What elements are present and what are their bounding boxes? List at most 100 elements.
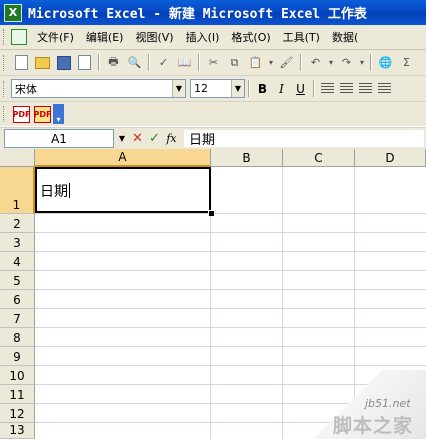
undo-dropdown[interactable]: ▾	[327, 54, 335, 71]
paste-dropdown[interactable]: ▾	[267, 54, 275, 71]
toolbar-grip[interactable]	[3, 29, 7, 45]
open-folder-icon	[35, 56, 50, 69]
cancel-button[interactable]: ✕	[129, 131, 146, 146]
toolbar-separator	[198, 54, 200, 71]
column-header-b[interactable]: B	[211, 149, 283, 167]
align-right-button[interactable]	[356, 80, 375, 97]
toolbar-separator	[300, 54, 302, 71]
gridline	[35, 232, 426, 233]
row-header-3[interactable]: 3	[0, 233, 35, 252]
toolbar-separator	[248, 80, 250, 97]
italic-button[interactable]: I	[272, 80, 291, 97]
toolbar-separator	[98, 54, 100, 71]
font-name-value: 宋体	[15, 82, 37, 96]
new-button[interactable]	[12, 54, 31, 71]
column-header-d[interactable]: D	[355, 149, 426, 167]
fill-handle[interactable]	[208, 210, 215, 217]
menu-insert[interactable]: 插入(I)	[180, 29, 226, 45]
menu-format[interactable]: 格式(O)	[225, 29, 276, 45]
undo-button[interactable]: ↶	[306, 54, 325, 71]
row-header-13[interactable]: 13	[0, 423, 35, 439]
row-header-6[interactable]: 6	[0, 290, 35, 309]
align-center-button[interactable]	[337, 80, 356, 97]
spelling-button[interactable]: ✓	[154, 54, 173, 71]
insert-function-button[interactable]: fx	[163, 132, 180, 145]
pdf-email-button[interactable]: PDF	[33, 105, 52, 123]
formula-input[interactable]: 日期	[184, 130, 424, 148]
row-header-10[interactable]: 10	[0, 366, 35, 385]
select-all-button[interactable]	[0, 149, 35, 167]
window-title: Microsoft Excel - 新建 Microsoft Excel 工作表	[28, 7, 367, 22]
convert-to-pdf-button[interactable]: PDF	[12, 105, 31, 123]
cut-button[interactable]: ✂	[204, 54, 223, 71]
column-header-c[interactable]: C	[283, 149, 355, 167]
workbook-icon[interactable]	[11, 29, 27, 45]
pdf-email-icon: PDF	[34, 105, 51, 123]
text-caret	[69, 183, 70, 198]
format-painter-button[interactable]: 🖌	[277, 54, 296, 71]
permission-icon	[78, 55, 91, 70]
hyperlink-button[interactable]: 🌐	[376, 54, 395, 71]
active-cell-a1[interactable]: 日期	[35, 167, 211, 213]
menu-edit[interactable]: 编辑(E)	[80, 29, 130, 45]
name-box[interactable]: A1	[4, 129, 114, 148]
toolbar-separator	[148, 54, 150, 71]
toolbar-options-button[interactable]: ▾	[53, 104, 64, 124]
watermark-name: 脚本之家	[333, 415, 414, 437]
column-header-a[interactable]: A	[35, 149, 211, 167]
research-button[interactable]: 📖	[175, 54, 194, 71]
font-size-value: 12	[194, 82, 208, 95]
save-button[interactable]	[54, 54, 73, 71]
menu-tools[interactable]: 工具(T)	[277, 29, 326, 45]
title-bar: X Microsoft Excel - 新建 Microsoft Excel 工…	[0, 0, 426, 25]
pdf-toolbar: PDF PDF ▾	[0, 102, 426, 126]
row-header-4[interactable]: 4	[0, 252, 35, 271]
row-header-11[interactable]: 11	[0, 385, 35, 404]
gridline	[35, 289, 426, 290]
enter-button[interactable]: ✓	[146, 131, 163, 146]
permission-button[interactable]	[75, 54, 94, 71]
menu-file[interactable]: 文件(F)	[31, 29, 80, 45]
chevron-down-icon[interactable]: ▼	[231, 80, 244, 97]
row-header-2[interactable]: 2	[0, 214, 35, 233]
save-icon	[56, 55, 71, 70]
gridline	[35, 308, 426, 309]
toolbar-separator	[313, 80, 315, 97]
open-button[interactable]	[33, 54, 52, 71]
font-size-select[interactable]: 12 ▼	[190, 79, 245, 98]
gridline	[35, 327, 426, 328]
underline-button[interactable]: U	[291, 80, 310, 97]
pdf-icon: PDF	[13, 105, 30, 123]
menu-bar: 文件(F) 编辑(E) 视图(V) 插入(I) 格式(O) 工具(T) 数据(	[0, 25, 426, 50]
align-center-icon	[340, 83, 353, 94]
row-header-12[interactable]: 12	[0, 404, 35, 423]
chevron-down-icon[interactable]: ▼	[172, 80, 185, 97]
formula-bar: A1 ▼ ✕ ✓ fx 日期	[0, 127, 426, 150]
menu-view[interactable]: 视图(V)	[129, 29, 179, 45]
toolbar-grip[interactable]	[3, 54, 7, 71]
row-header-8[interactable]: 8	[0, 328, 35, 347]
gridline	[35, 365, 426, 366]
redo-dropdown[interactable]: ▾	[358, 54, 366, 71]
copy-button[interactable]: ⧉	[225, 54, 244, 71]
toolbar-grip[interactable]	[3, 80, 7, 97]
paste-button[interactable]: 📋	[246, 54, 265, 71]
sum-button[interactable]: Σ	[397, 54, 416, 71]
toolbar-separator	[370, 54, 372, 71]
print-preview-button[interactable]: 🔍	[125, 54, 144, 71]
align-left-button[interactable]	[318, 80, 337, 97]
row-header-1[interactable]: 1	[0, 167, 35, 214]
print-button[interactable]: 🖶	[104, 54, 123, 71]
row-header-7[interactable]: 7	[0, 309, 35, 328]
gridline	[35, 346, 426, 347]
bold-button[interactable]: B	[253, 80, 272, 97]
font-name-select[interactable]: 宋体 ▼	[11, 79, 186, 98]
row-header-9[interactable]: 9	[0, 347, 35, 366]
excel-icon[interactable]: X	[4, 3, 22, 22]
row-header-5[interactable]: 5	[0, 271, 35, 290]
chevron-down-icon[interactable]: ▼	[115, 134, 129, 143]
menu-data[interactable]: 数据(	[326, 29, 364, 45]
merge-center-button[interactable]	[375, 80, 394, 97]
redo-button[interactable]: ↷	[337, 54, 356, 71]
toolbar-grip[interactable]	[3, 106, 7, 122]
